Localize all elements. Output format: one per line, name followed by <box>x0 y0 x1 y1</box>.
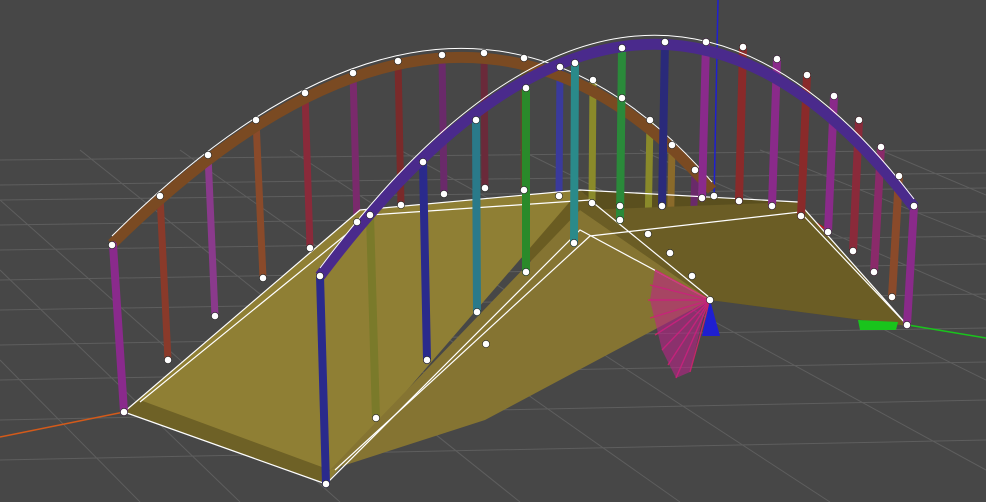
hanger <box>588 76 597 207</box>
3d-viewport[interactable] <box>0 0 986 502</box>
hanger <box>616 44 626 224</box>
hanger <box>472 116 481 316</box>
hanger <box>480 49 489 192</box>
hanger <box>438 51 448 198</box>
hanger <box>555 63 564 200</box>
hanger <box>698 38 710 202</box>
hanger <box>349 69 361 226</box>
hanger <box>735 43 747 205</box>
hanger <box>419 158 431 364</box>
hanger <box>658 38 669 210</box>
hanger <box>570 59 579 247</box>
hanger <box>301 89 314 252</box>
